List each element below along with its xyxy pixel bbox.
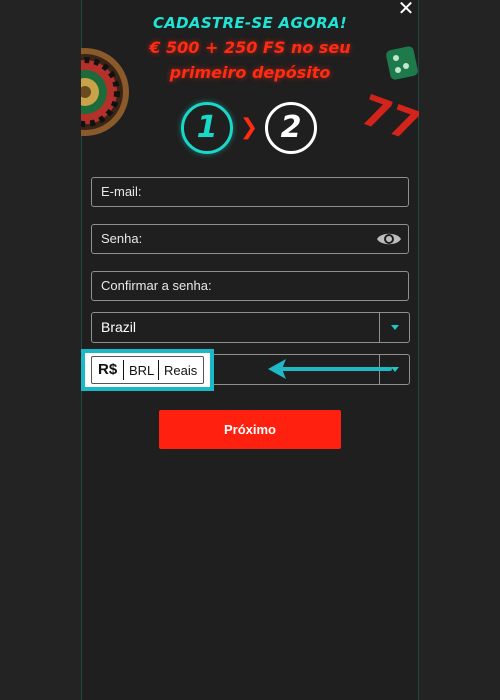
currency-separator [158, 360, 159, 380]
roulette-wheel-icon [81, 48, 129, 136]
close-button[interactable]: ✕ [396, 0, 416, 18]
registration-title: CADASTRE-SE AGORA! [152, 14, 348, 32]
currency-separator [123, 360, 124, 380]
close-icon: ✕ [397, 0, 415, 20]
currency-highlight-box: R$ BRL Reais [81, 349, 214, 391]
email-field[interactable]: E-mail: [91, 177, 409, 207]
bonus-offer-line2: primeiro depósito [169, 63, 331, 82]
country-value: Brazil [101, 319, 137, 335]
step-indicator: 1 ❯ 2 [181, 102, 319, 154]
currency-name: Reais [164, 363, 198, 378]
currency-code: BRL [129, 363, 155, 378]
confirm-password-placeholder: Confirmar a senha: [101, 278, 212, 293]
confirm-password-field[interactable]: Confirmar a senha: [91, 271, 409, 301]
step-2-indicator: 2 [265, 102, 317, 154]
next-button[interactable]: Próximo [159, 410, 341, 449]
currency-value[interactable]: R$ BRL Reais [91, 356, 204, 384]
step-1-indicator: 1 [181, 102, 233, 154]
arrow-left-icon [268, 359, 392, 379]
password-field[interactable]: Senha: [91, 224, 409, 254]
email-placeholder: E-mail: [101, 184, 142, 199]
chevron-down-icon[interactable] [391, 325, 399, 330]
svg-text:77: 77 [360, 85, 419, 140]
step-arrow-icon: ❯ [239, 115, 259, 140]
eye-icon[interactable] [376, 230, 402, 248]
chevron-down-icon[interactable] [391, 367, 399, 372]
select-divider [379, 313, 380, 342]
bonus-offer-line1: € 500 + 250 FS no seu [149, 38, 351, 57]
country-select[interactable]: Brazil [91, 312, 410, 343]
currency-symbol: R$ [98, 361, 118, 378]
password-placeholder: Senha: [101, 231, 143, 246]
